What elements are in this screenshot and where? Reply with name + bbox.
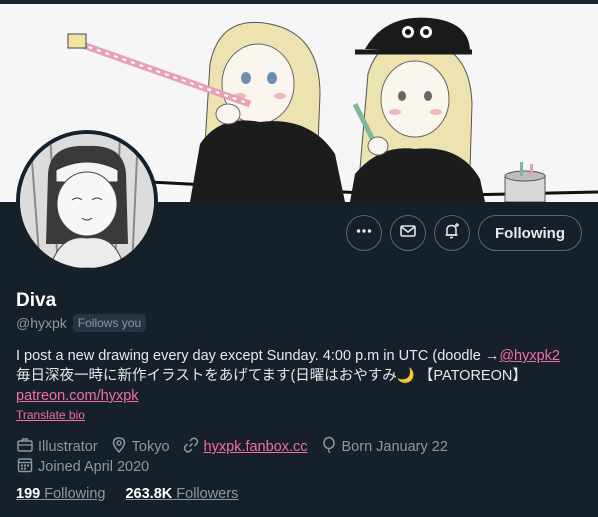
joined-text: Joined April 2020	[38, 459, 150, 475]
profile-meta-row-2: Joined April 2020	[16, 456, 161, 478]
occupation-text: Illustrator	[38, 439, 98, 455]
avatar-border	[16, 130, 158, 272]
bio-text: I post a new drawing every day except Su…	[16, 348, 500, 364]
follows-you-badge: Follows you	[72, 314, 147, 332]
followers-count: 263.8K	[125, 486, 173, 502]
location-item: Tokyo	[110, 436, 170, 458]
avatar[interactable]	[20, 134, 154, 268]
following-button[interactable]: Following	[478, 215, 582, 251]
follow-counts: 199 Following 263.8K Followers	[16, 486, 258, 502]
bio-patreon-link[interactable]: patreon.com/hyxpk	[16, 388, 139, 404]
followers-label: Followers	[176, 486, 239, 502]
profile-actions: Following	[346, 215, 582, 251]
bio-line-3: patreon.com/hyxpk	[16, 386, 591, 406]
birthday-text: Born January 22	[341, 439, 448, 455]
notifications-button[interactable]	[434, 215, 471, 251]
followers-count-link[interactable]: 263.8K Followers	[125, 486, 238, 502]
website-item: hyxpk.fanbox.cc	[182, 436, 308, 458]
balloon-icon	[320, 436, 342, 458]
bio-line-2: 毎日深夜一時に新作イラストをあげてます(日曜はおやすみ🌙 【PATOREON】	[16, 368, 527, 384]
joined-item: Joined April 2020	[16, 456, 149, 478]
message-button[interactable]	[390, 215, 427, 251]
link-icon	[182, 436, 204, 458]
location-text: Tokyo	[131, 439, 170, 455]
birthday-item: Born January 22	[320, 436, 448, 458]
occupation-item: Illustrator	[16, 436, 98, 458]
translate-bio-link[interactable]: Translate bio	[16, 408, 85, 422]
following-count: 199	[16, 486, 41, 502]
more-icon	[355, 222, 373, 245]
profile-meta-row: Illustrator Tokyo hyxpk.fanbox.cc Born J…	[16, 436, 460, 458]
more-options-button[interactable]	[346, 215, 383, 251]
bio-line-1: I post a new drawing every day except Su…	[16, 346, 591, 366]
briefcase-icon	[16, 436, 38, 458]
user-handle: @hyxpk	[16, 315, 67, 331]
following-count-link[interactable]: 199 Following	[16, 486, 105, 502]
following-label: Following	[44, 486, 106, 502]
handle-row: @hyxpk Follows you	[16, 314, 147, 332]
display-name: Diva	[16, 290, 57, 311]
website-link[interactable]: hyxpk.fanbox.cc	[204, 439, 308, 455]
bio-mention-link[interactable]: @hyxpk2	[499, 348, 560, 364]
location-pin-icon	[110, 436, 132, 458]
envelope-icon	[399, 222, 417, 245]
bio: I post a new drawing every day except Su…	[16, 346, 591, 406]
bell-plus-icon	[443, 222, 461, 245]
calendar-icon	[16, 456, 38, 478]
